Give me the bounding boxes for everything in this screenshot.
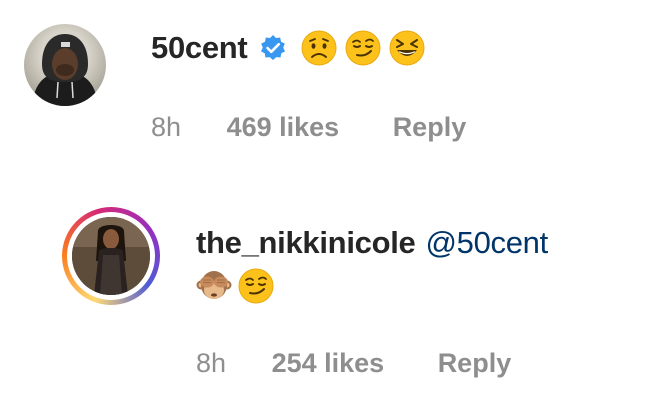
avatar-the-nikkinicole-photo [72, 217, 150, 295]
comment-header: the_nikkinicole @50cent [196, 223, 548, 263]
avatar-50cent[interactable] [24, 24, 106, 106]
username-link[interactable]: 50cent [151, 30, 248, 66]
likes-count-link[interactable]: 254 likes [272, 348, 385, 379]
reply-button[interactable]: Reply [438, 348, 512, 379]
likes-count-link[interactable]: 469 likes [227, 112, 340, 143]
verified-badge-icon [259, 34, 287, 62]
comment-meta: 8h 254 likes Reply [196, 348, 511, 379]
comment-emojis [196, 268, 274, 304]
worried-face-emoji-icon [301, 30, 337, 66]
avatar-the-nikkinicole[interactable] [62, 207, 160, 305]
grinning-squinting-face-emoji-icon [389, 30, 425, 66]
mention-link[interactable]: @50cent [425, 225, 548, 261]
comment-header: 50cent [151, 26, 425, 70]
username-link[interactable]: the_nikkinicole [196, 225, 416, 261]
timestamp: 8h [196, 348, 227, 378]
smirking-face-emoji-icon [345, 30, 381, 66]
avatar-50cent-photo [32, 34, 98, 106]
reply-button[interactable]: Reply [393, 112, 467, 143]
see-no-evil-monkey-emoji-icon [196, 268, 232, 304]
timestamp: 8h [151, 112, 182, 142]
smirking-face-emoji-icon [238, 268, 274, 304]
comment-meta: 8h 469 likes Reply [151, 112, 466, 143]
avatar-story-ring-gap [67, 212, 155, 300]
